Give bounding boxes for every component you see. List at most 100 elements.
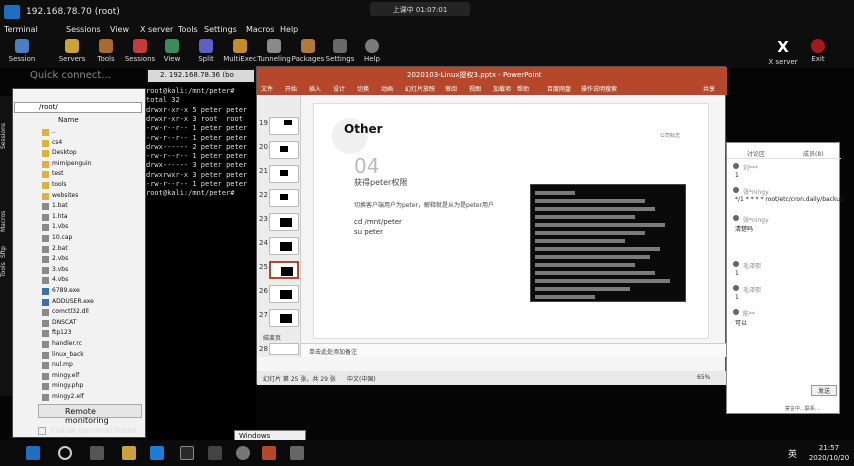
file-name: mimipenguin bbox=[52, 159, 92, 167]
user-avatar-icon bbox=[733, 285, 739, 291]
zoom-level[interactable]: 65% bbox=[697, 374, 710, 381]
slide-thumb[interactable] bbox=[269, 343, 299, 355]
slide-thumb[interactable] bbox=[269, 189, 299, 207]
powerpoint-icon[interactable] bbox=[262, 446, 276, 460]
tab-members[interactable]: 成员(8) bbox=[803, 149, 824, 158]
packages-icon bbox=[301, 39, 315, 53]
side-tab-sftp[interactable]: Sftp bbox=[0, 242, 12, 262]
ribbon-tab[interactable]: 插入 bbox=[309, 84, 321, 93]
share-button[interactable]: 共享 bbox=[703, 84, 715, 93]
sftp-file-item[interactable]: 1.bat bbox=[42, 202, 68, 212]
menu-tools[interactable]: Tools bbox=[178, 25, 198, 34]
sftp-file-item[interactable]: linux_back bbox=[42, 350, 84, 361]
sftp-file-item[interactable]: ADDUSER.exe bbox=[42, 298, 94, 308]
task-view-icon[interactable] bbox=[90, 446, 104, 460]
ribbon-tab[interactable]: 幻灯片放映 bbox=[405, 84, 435, 93]
chrome-icon[interactable] bbox=[236, 446, 250, 460]
sftp-file-item[interactable]: DNSCAT bbox=[42, 319, 76, 329]
ribbon-tab[interactable]: 文件 bbox=[261, 84, 273, 93]
sftp-file-item[interactable]: ftp123 bbox=[42, 329, 72, 339]
multiexec-icon bbox=[233, 39, 247, 53]
sftp-file-item[interactable]: 1.vbs bbox=[42, 223, 68, 233]
slide-thumb[interactable] bbox=[269, 213, 299, 231]
edge-icon[interactable] bbox=[150, 446, 164, 460]
ime-indicator[interactable]: 英 bbox=[788, 447, 797, 460]
sftp-path-input[interactable]: /root/ bbox=[14, 102, 142, 113]
menu-settings[interactable]: Settings bbox=[204, 25, 237, 34]
ribbon-tab[interactable]: 开始 bbox=[285, 84, 297, 93]
sftp-file-item[interactable]: 3.vbs bbox=[42, 266, 68, 276]
search-icon[interactable] bbox=[58, 446, 72, 460]
slide-thumb[interactable] bbox=[269, 165, 299, 183]
ribbon-tab[interactable]: 百度网盘 bbox=[547, 84, 571, 93]
terminal-icon[interactable] bbox=[180, 446, 194, 460]
sftp-file-item[interactable]: 4.vbs bbox=[42, 276, 68, 286]
ribbon-tab[interactable]: 切换 bbox=[357, 84, 369, 93]
menu-sessions[interactable]: Sessions bbox=[66, 25, 101, 34]
ribbon-tab[interactable]: 帮助 bbox=[517, 84, 529, 93]
app-v-icon[interactable] bbox=[290, 446, 304, 460]
user-avatar-icon bbox=[733, 163, 739, 169]
sftp-file-item[interactable]: nul.mp bbox=[42, 361, 73, 371]
slide-command-2: su peter bbox=[354, 228, 383, 236]
slide-thumb[interactable] bbox=[269, 237, 299, 255]
sftp-file-item[interactable]: mingy2.elf bbox=[42, 393, 84, 403]
slide-thumb-selected[interactable] bbox=[269, 261, 299, 279]
menu-macros[interactable]: Macros bbox=[246, 25, 274, 34]
sftp-file-item[interactable]: 2.vbs bbox=[42, 255, 69, 265]
sftp-file-item[interactable]: tools bbox=[42, 181, 67, 191]
chat-message-text: 1 bbox=[735, 294, 739, 301]
sftp-file-item[interactable]: comctl32.dll bbox=[42, 308, 89, 318]
sftp-file-item[interactable]: 10.cap bbox=[42, 234, 72, 244]
sftp-file-item[interactable]: websites bbox=[42, 192, 78, 202]
slide-thumb[interactable] bbox=[269, 141, 299, 159]
menu-help[interactable]: Help bbox=[280, 25, 298, 34]
app-icon[interactable] bbox=[208, 446, 222, 460]
chat-message-text: 1 bbox=[735, 270, 739, 277]
slide-thumb[interactable] bbox=[269, 117, 299, 135]
sftp-file-item[interactable]: .. bbox=[42, 128, 56, 138]
file-name: 2.vbs bbox=[52, 255, 69, 263]
file-name: linux_back bbox=[52, 350, 84, 358]
sftp-file-item[interactable]: 1.hta bbox=[42, 213, 68, 223]
sftp-column-header[interactable]: Name bbox=[40, 116, 140, 126]
ribbon-tab[interactable]: 动画 bbox=[381, 84, 393, 93]
ribbon-tab[interactable]: 审阅 bbox=[445, 84, 457, 93]
notes-pane[interactable]: 单击此处添加备注 bbox=[301, 343, 727, 357]
menu-xserver[interactable]: X server bbox=[140, 25, 173, 34]
ribbon-tab[interactable]: 视图 bbox=[469, 84, 481, 93]
session-tab[interactable]: 2. 192.168.78.36 (bo bbox=[148, 70, 254, 82]
sftp-file-item[interactable]: cs4 bbox=[42, 139, 62, 149]
session-button[interactable]: Session bbox=[0, 38, 44, 68]
menu-view[interactable]: View bbox=[110, 25, 129, 34]
quick-connect-input[interactable]: Quick connect... bbox=[30, 70, 140, 84]
sftp-file-item[interactable]: Desktop bbox=[42, 149, 77, 159]
sftp-file-item[interactable]: handler.rc bbox=[42, 340, 82, 350]
side-tab-macros[interactable]: Macros bbox=[0, 204, 12, 238]
send-button[interactable]: 发送 bbox=[811, 385, 837, 396]
side-tab-sessions[interactable]: Sessions bbox=[0, 114, 12, 158]
sftp-file-item[interactable]: mingy.elf bbox=[42, 372, 79, 382]
ppt-title-bar: 2020103-Linux提权3.pptx - PowerPoint bbox=[257, 67, 727, 81]
menu-terminal[interactable]: Terminal bbox=[4, 25, 38, 34]
exit-button[interactable]: Exit bbox=[806, 38, 830, 63]
follow-terminal-checkbox[interactable]: Follow terminal folder bbox=[38, 426, 158, 438]
ribbon-tab[interactable]: 设计 bbox=[333, 84, 345, 93]
sftp-file-item[interactable]: test bbox=[42, 170, 64, 180]
slide-thumb[interactable] bbox=[269, 285, 299, 303]
file-explorer-icon[interactable] bbox=[122, 446, 136, 460]
xserver-button[interactable]: XX server bbox=[768, 38, 798, 66]
slide-thumb[interactable] bbox=[269, 309, 299, 327]
sftp-file-item[interactable]: mingy.php bbox=[42, 382, 83, 392]
sftp-file-item[interactable]: 2.bat bbox=[42, 245, 68, 255]
slide-canvas[interactable]: Other 04 获得peter权限 切换客户端用户为peter，解释就是从为是… bbox=[313, 103, 709, 339]
start-icon[interactable] bbox=[26, 446, 40, 460]
sftp-file-item[interactable]: 6789.exe bbox=[42, 287, 80, 297]
sftp-file-item[interactable]: mimipenguin bbox=[42, 159, 92, 170]
tell-me-search[interactable]: 操作说明搜索 bbox=[581, 84, 617, 93]
system-clock[interactable]: 21:57 2020/10/20 bbox=[804, 443, 854, 463]
remote-monitoring-button[interactable]: Remote monitoring bbox=[38, 404, 142, 425]
tab-discussion[interactable]: 讨论区 bbox=[747, 149, 765, 158]
ribbon-tab[interactable]: 加载项 bbox=[493, 84, 511, 93]
help-button[interactable]: Help bbox=[350, 38, 394, 68]
